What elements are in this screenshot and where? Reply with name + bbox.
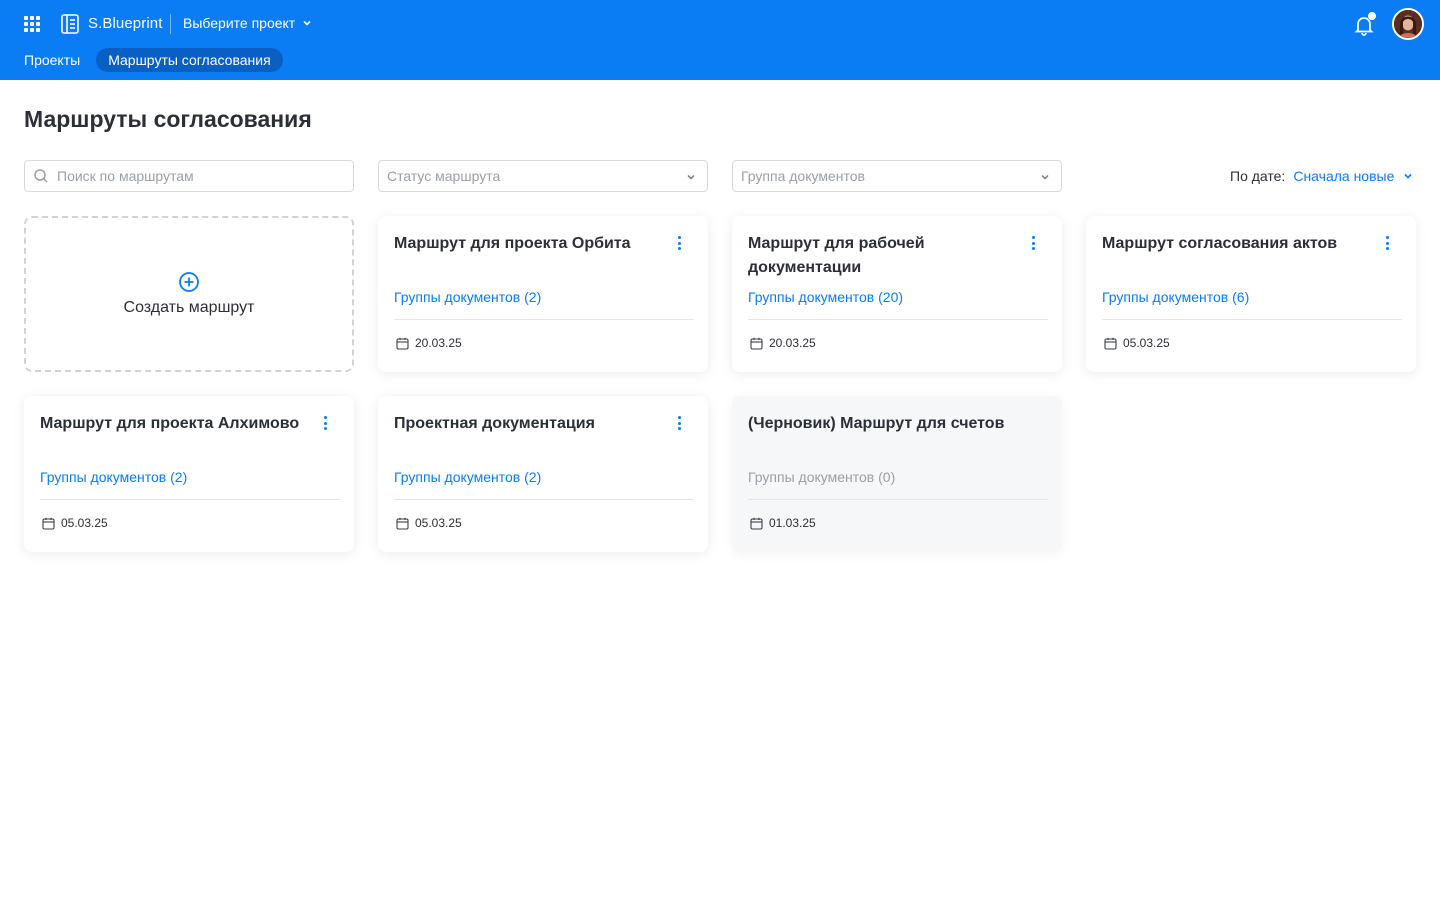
create-route-button[interactable]: Создать маршрут [24, 216, 354, 372]
create-route-label: Создать маршрут [123, 299, 255, 316]
route-date: 05.03.25 [42, 516, 108, 530]
chevron-down-icon [1404, 173, 1412, 179]
sort-dropdown[interactable]: Сначала новые [1293, 168, 1414, 184]
route-title: Маршрут для проекта Алхимово [40, 415, 300, 432]
calendar-icon [1104, 337, 1117, 350]
more-menu-icon[interactable] [678, 236, 682, 250]
card-divider [394, 319, 694, 320]
chevron-down-icon [1041, 175, 1049, 180]
notification-dot [1368, 12, 1376, 20]
status-select[interactable]: Статус маршрута [378, 160, 708, 192]
sort-value: Сначала новые [1293, 168, 1395, 184]
route-card[interactable]: Маршрут для рабочей документации Группы … [732, 216, 1062, 372]
route-card-draft[interactable]: (Черновик) Маршрут для счетов Группы док… [732, 396, 1062, 552]
top-bar: S.Blueprint Выберите проект Проекты Марш… [0, 0, 1440, 80]
route-date: 05.03.25 [1104, 336, 1170, 350]
nav-item-approval-routes[interactable]: Маршруты согласования [96, 48, 283, 72]
route-document-groups-link[interactable]: Группы документов (2) [394, 289, 541, 305]
app-name: S.Blueprint [88, 15, 163, 32]
top-navigation: Проекты Маршруты согласования [12, 48, 283, 72]
avatar-portrait-icon [1394, 10, 1422, 38]
status-select-placeholder: Статус маршрута [387, 168, 501, 184]
route-title: Маршрут согласования актов [1102, 235, 1338, 252]
calendar-icon [396, 337, 409, 350]
more-menu-icon[interactable] [324, 416, 328, 430]
card-divider [1102, 319, 1402, 320]
calendar-icon [750, 517, 763, 530]
route-title: Маршрут для проекта Орбита [394, 235, 631, 252]
apps-grid-icon[interactable] [24, 16, 40, 32]
route-card[interactable]: Проектная документация Группы документов… [378, 396, 708, 552]
route-document-groups-link[interactable]: Группы документов (6) [1102, 289, 1249, 305]
route-card[interactable]: Маршрут для проекта Алхимово Группы доку… [24, 396, 354, 552]
route-date-text: 05.03.25 [415, 516, 462, 530]
header-divider [170, 14, 171, 34]
sort-control: По дате: Сначала новые [1230, 168, 1414, 184]
route-document-groups-link[interactable]: Группы документов (2) [394, 469, 541, 485]
card-divider [40, 499, 340, 500]
route-date: 05.03.25 [396, 516, 462, 530]
search-placeholder: Поиск по маршрутам [57, 168, 194, 184]
user-avatar[interactable] [1392, 8, 1424, 40]
page-title: Маршруты согласования [24, 106, 312, 132]
calendar-icon [42, 517, 55, 530]
sort-label: По дате: [1230, 168, 1286, 184]
more-menu-icon[interactable] [1032, 236, 1036, 250]
card-divider [748, 499, 1048, 500]
route-document-groups-link[interactable]: Группы документов (20) [748, 289, 903, 305]
route-date-text: 01.03.25 [769, 516, 816, 530]
route-date-text: 20.03.25 [415, 336, 462, 350]
route-card[interactable]: Маршрут для проекта Орбита Группы докуме… [378, 216, 708, 372]
route-title: (Черновик) Маршрут для счетов [748, 415, 1005, 432]
route-document-groups-link[interactable]: Группы документов (0) [748, 469, 895, 485]
route-date-text: 05.03.25 [61, 516, 108, 530]
calendar-icon [396, 517, 409, 530]
nav-item-projects[interactable]: Проекты [12, 48, 92, 72]
route-document-groups-link[interactable]: Группы документов (2) [40, 469, 187, 485]
project-select[interactable]: Выберите проект [183, 15, 313, 31]
blueprint-logo-icon [61, 14, 79, 34]
route-date: 20.03.25 [750, 336, 816, 350]
route-title: Проектная документация [394, 415, 595, 432]
more-menu-icon[interactable] [678, 416, 682, 430]
card-divider [394, 499, 694, 500]
search-input[interactable]: Поиск по маршрутам [24, 160, 354, 192]
document-group-placeholder: Группа документов [741, 168, 865, 184]
route-date-text: 05.03.25 [1123, 336, 1170, 350]
route-date: 20.03.25 [396, 336, 462, 350]
chevron-down-icon [303, 20, 311, 26]
document-group-select[interactable]: Группа документов [732, 160, 1062, 192]
plus-circle-icon [179, 272, 199, 292]
project-select-label: Выберите проект [183, 15, 296, 31]
more-menu-icon[interactable] [1386, 236, 1390, 250]
search-icon [34, 169, 48, 183]
route-date-text: 20.03.25 [769, 336, 816, 350]
route-card[interactable]: Маршрут согласования актов Группы докуме… [1086, 216, 1416, 372]
calendar-icon [750, 337, 763, 350]
route-date: 01.03.25 [750, 516, 816, 530]
route-title: Маршрут для рабочей документации [748, 235, 925, 276]
chevron-down-icon [687, 175, 695, 180]
card-divider [748, 319, 1048, 320]
